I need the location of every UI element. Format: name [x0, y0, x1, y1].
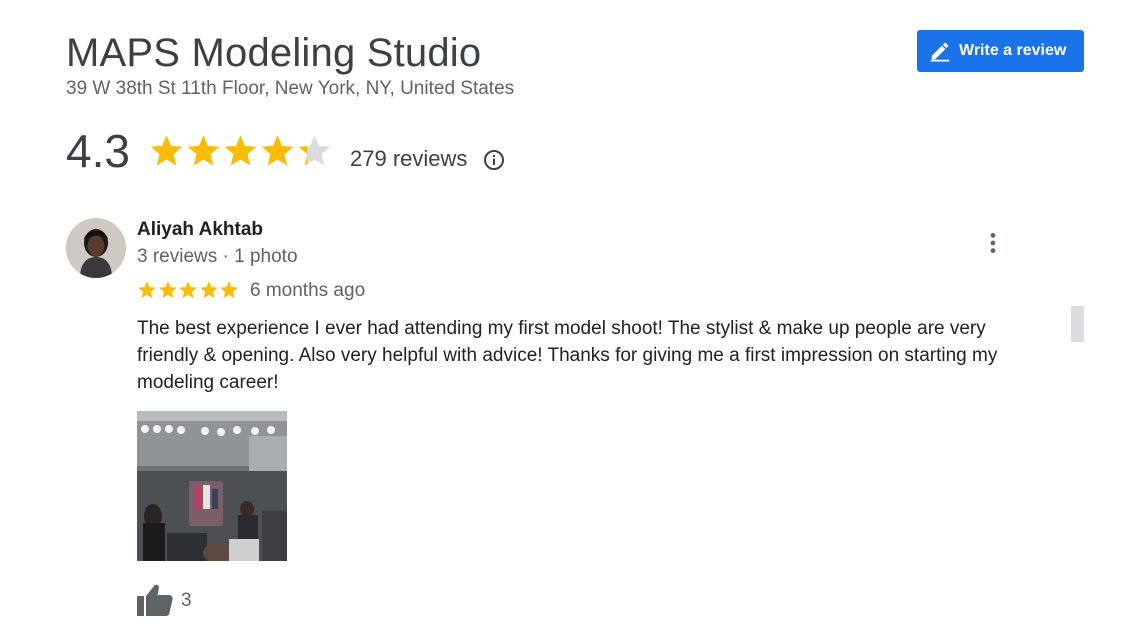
avatar[interactable]	[66, 218, 126, 278]
review-photo[interactable]	[137, 411, 287, 561]
info-icon[interactable]	[482, 148, 506, 172]
star-icon	[224, 135, 257, 166]
place-title: MAPS Modeling Studio	[66, 31, 482, 75]
average-rating-stars	[148, 133, 333, 169]
like-count: 3	[181, 590, 192, 611]
photo-thumbnail-icon	[137, 411, 287, 561]
user-photo-icon	[66, 218, 126, 278]
star-icon	[150, 135, 183, 166]
review-stars	[137, 280, 240, 300]
average-rating: 4.3	[66, 125, 130, 177]
write-review-button[interactable]: Write a review	[917, 30, 1084, 72]
thumbs-up-icon[interactable]	[137, 583, 173, 616]
star-icon	[261, 135, 294, 166]
star-icon	[158, 281, 177, 299]
reviewer-name[interactable]: Aliyah Akhtab	[137, 219, 263, 241]
reviews-panel: MAPS Modeling Studio 39 W 38th St 11th F…	[0, 0, 1140, 634]
review-age: 6 months ago	[250, 280, 366, 301]
pencil-icon	[930, 42, 950, 62]
more-options-icon[interactable]	[980, 230, 1006, 256]
star-icon	[179, 281, 197, 299]
star-icon	[298, 135, 331, 166]
star-icon	[138, 281, 156, 299]
place-address: 39 W 38th St 11th Floor, New York, NY, U…	[66, 78, 515, 99]
star-icon	[220, 281, 238, 299]
review-count: 279 reviews	[350, 146, 468, 171]
star-icon	[199, 281, 218, 299]
star-icon	[187, 135, 220, 166]
review-text: The best experience I ever had attending…	[137, 318, 998, 393]
reviewer-meta: 3 reviews · 1 photo	[137, 246, 298, 267]
scrollbar-thumb[interactable]	[1071, 306, 1084, 342]
write-review-label: Write a review	[959, 42, 1067, 59]
